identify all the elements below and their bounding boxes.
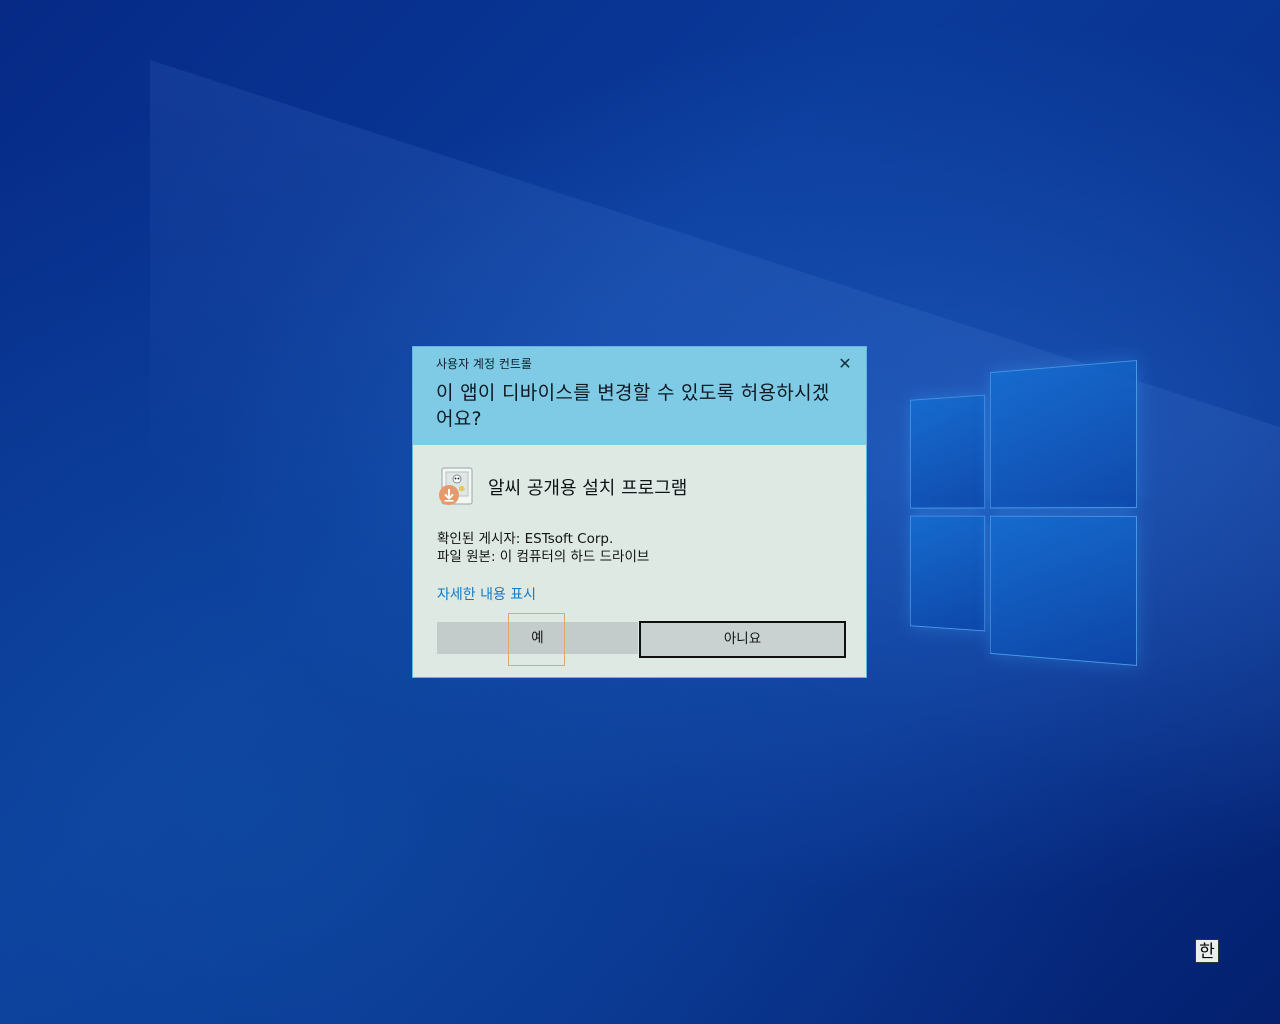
no-button[interactable]: 아니요 — [639, 621, 846, 658]
show-details-link[interactable]: 자세한 내용 표시 — [437, 584, 536, 604]
dialog-header: 사용자 계정 컨트롤 ✕ 이 앱이 디바이스를 변경할 수 있도록 허용하시겠어… — [413, 347, 866, 445]
windows-logo — [910, 360, 1137, 666]
installer-icon — [439, 467, 473, 505]
ime-indicator[interactable]: 한 — [1195, 939, 1219, 963]
logo-pane — [989, 360, 1137, 509]
yes-button[interactable]: 예 — [437, 622, 638, 654]
close-icon[interactable]: ✕ — [832, 353, 858, 375]
logo-pane — [910, 515, 986, 632]
uac-dialog: 사용자 계정 컨트롤 ✕ 이 앱이 디바이스를 변경할 수 있도록 허용하시겠어… — [412, 346, 867, 678]
app-name: 알씨 공개용 설치 프로그램 — [488, 478, 688, 499]
logo-pane — [910, 394, 986, 509]
desktop-background: 사용자 계정 컨트롤 ✕ 이 앱이 디바이스를 변경할 수 있도록 허용하시겠어… — [0, 0, 1280, 1024]
publisher-info: 확인된 게시자: ESTsoft Corp. — [437, 531, 614, 547]
dialog-question: 이 앱이 디바이스를 변경할 수 있도록 허용하시겠어요? — [436, 382, 830, 430]
file-origin-info: 파일 원본: 이 컴퓨터의 하드 드라이브 — [437, 549, 650, 565]
dialog-caption: 사용자 계정 컨트롤 — [436, 357, 532, 371]
logo-pane — [989, 515, 1137, 666]
